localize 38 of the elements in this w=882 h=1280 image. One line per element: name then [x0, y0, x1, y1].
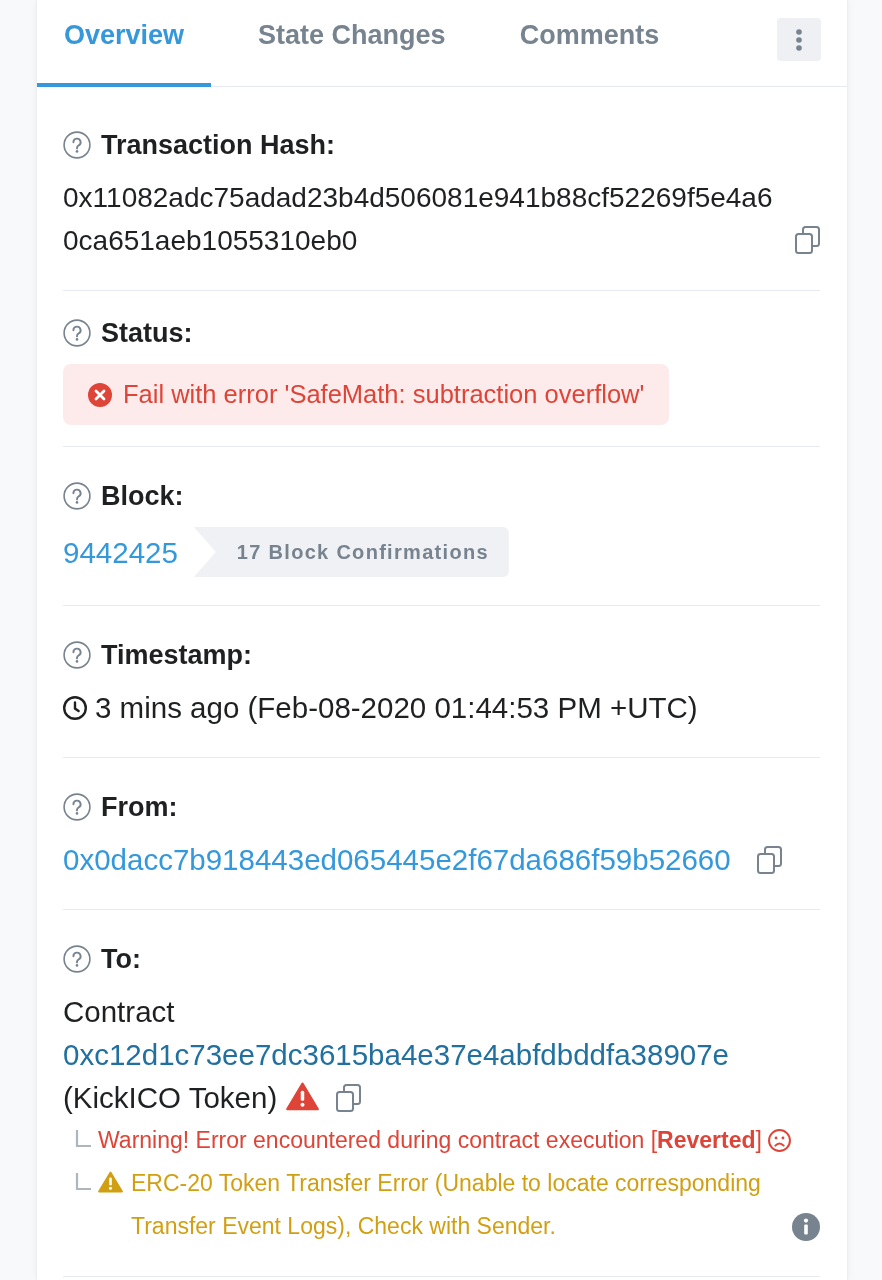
note-text: ERC-20 Token Transfer Error (Unable to locate corresponding Transfer Event Logs), Check with Sender.: [131, 1169, 762, 1241]
help-icon: [63, 793, 91, 821]
help-icon: [63, 319, 91, 347]
help-icon: [63, 131, 91, 159]
copy-icon[interactable]: [795, 226, 820, 254]
sad-face-icon: [767, 1129, 791, 1152]
timestamp-text: 3 mins ago (Feb-08-2020 01:44:53 PM +UTC): [95, 690, 698, 726]
help-icon: [63, 945, 91, 973]
token-name: (KickICO Token): [63, 1081, 278, 1114]
tab[interactable]: Comments: [492, 0, 687, 87]
field-label: From:: [101, 791, 178, 824]
note-text: Warning! Error encountered during contract execution [Reverted]: [98, 1126, 762, 1155]
contract-label: Contract: [63, 995, 175, 1028]
more-options-button[interactable]: [777, 18, 821, 61]
warning-icon: [98, 1171, 123, 1193]
status-text: Fail with error 'SafeMath: subtraction overflow': [123, 379, 645, 411]
help-icon: [63, 641, 91, 669]
vertical-dots-icon: [796, 28, 802, 51]
contract-address-link[interactable]: 0xc12d1c73ee7dc3615ba4e37e4abfdbddfa38907e: [63, 1038, 730, 1071]
help-icon: [63, 482, 91, 510]
transaction-hash: 0x11082adc75adad23b4d506081e941b88cf52269f5e4a60ca651aeb1055310eb0: [63, 181, 774, 258]
field-label: To:: [101, 943, 141, 976]
confirmations-badge: 17 Block Confirmations: [193, 527, 509, 577]
error-circle-icon: [88, 382, 112, 407]
block-number-link[interactable]: 9442425: [63, 530, 178, 574]
tree-branch-icon: [75, 1130, 91, 1148]
field-label: Block:: [101, 480, 184, 513]
tree-branch-icon: [75, 1173, 91, 1191]
tab[interactable]: Overview: [37, 0, 212, 87]
copy-icon[interactable]: [756, 846, 782, 874]
field-label: Timestamp:: [101, 639, 253, 672]
clock-icon: [63, 695, 87, 720]
tab[interactable]: State Changes: [231, 0, 473, 87]
address-link[interactable]: 0x0dacc7b918443ed065445e2f67da686f59b52660: [63, 843, 731, 876]
copy-icon[interactable]: [336, 1084, 362, 1112]
field-label: Status:: [101, 317, 193, 350]
info-icon[interactable]: [792, 1213, 820, 1241]
field-label: Transaction Hash:: [101, 129, 336, 162]
